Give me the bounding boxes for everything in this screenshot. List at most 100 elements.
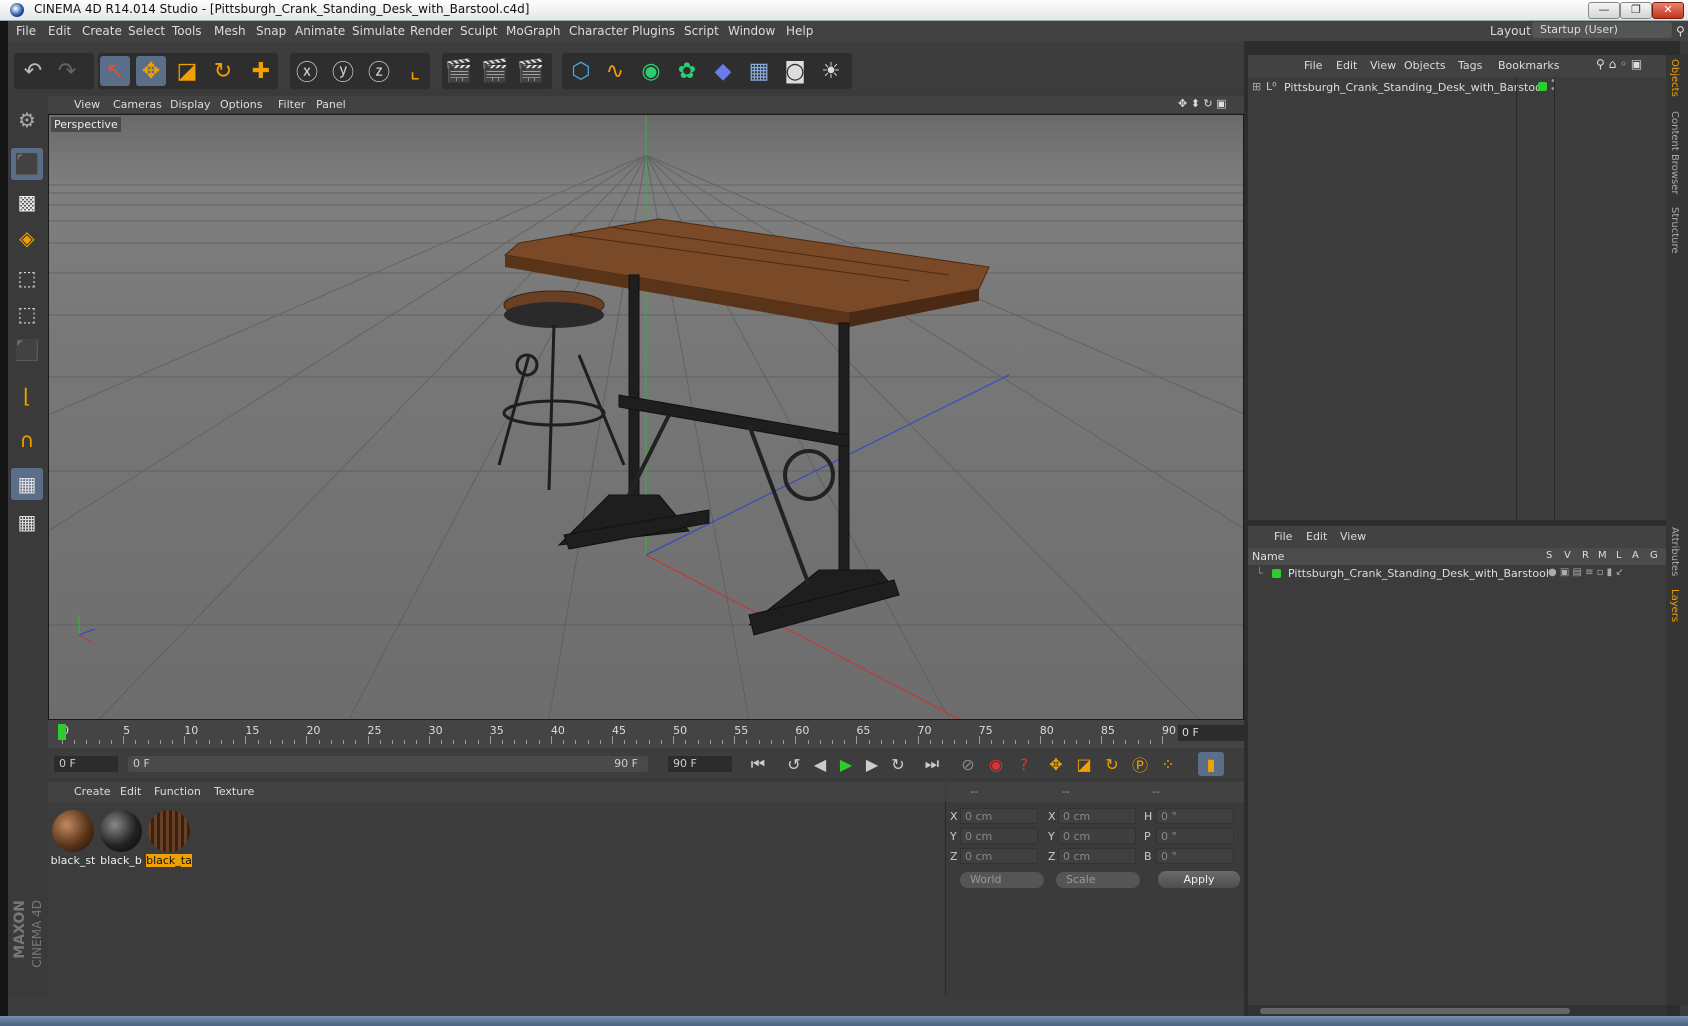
menu-file[interactable]: File [16,24,36,38]
axis-mode-icon[interactable]: ⌊ [11,380,43,412]
key-rotation-icon[interactable]: ↻ [1099,752,1125,776]
menu-script[interactable]: Script [684,24,719,38]
layer-menu-file[interactable]: File [1274,530,1292,543]
play-icon[interactable]: ▶ [833,752,859,776]
cube-icon[interactable]: ⬡ [566,56,596,86]
record-keys-icon[interactable]: ⊘ [955,752,981,776]
material-swatch-selected[interactable]: black_ta [146,808,192,867]
mat-menu-edit[interactable]: Edit [120,785,141,798]
viewport-nav-icons[interactable]: ✥ ⬍ ↻ ▣ [1178,97,1227,110]
col-manager[interactable]: M [1598,550,1607,561]
undo-icon[interactable]: ↶ [18,56,48,86]
mat-menu-create[interactable]: Create [74,785,111,798]
next-key-icon[interactable]: ↻ [885,752,911,776]
obj-menu-edit[interactable]: Edit [1336,59,1357,72]
obj-menu-file[interactable]: File [1304,59,1322,72]
redo-icon[interactable]: ↷ [52,56,82,86]
pos-y-field[interactable]: 0 cm [960,828,1038,844]
array-icon[interactable]: ✿ [672,56,702,86]
autokey-icon[interactable]: ◉ [983,752,1009,776]
tab-content-browser[interactable]: Content Browser [1669,111,1680,194]
menu-character[interactable]: Character [569,24,628,38]
polygons-mode-icon[interactable]: ⬛ [11,334,43,366]
timeline-ruler[interactable]: 051015202530354045505560657075808590 0 F [48,720,1244,748]
obj-search-home-icons[interactable]: ⚲ ⌂ ◦ ▣ [1596,57,1642,71]
menu-window[interactable]: Window [728,24,775,38]
scale-icon[interactable]: ◪ [172,56,202,86]
minimize-button[interactable]: — [1588,2,1620,19]
start-frame-field[interactable]: 0 F [54,756,118,772]
layer-color-icon[interactable] [1538,82,1547,91]
menu-plugins[interactable]: Plugins [632,24,675,38]
world-dropdown[interactable]: World [960,872,1044,888]
rot-p-field[interactable]: 0 ° [1156,828,1234,844]
obj-menu-view[interactable]: View [1370,59,1396,72]
layer-toggle-icons[interactable]: ● ▣ ▤ ≡ ▫ ▮ ↙ [1548,567,1624,578]
apply-button[interactable]: Apply [1158,871,1240,888]
key-scale-icon[interactable]: ◪ [1071,752,1097,776]
size-x-field[interactable]: 0 cm [1058,808,1136,824]
tab-layers[interactable]: Layers [1669,589,1680,622]
tab-attributes[interactable]: Attributes [1669,527,1680,576]
key-parameter-icon[interactable]: Ⓟ [1127,752,1153,776]
viewport-menu-display[interactable]: Display [170,98,211,111]
expand-icon[interactable]: ⊞ [1252,80,1261,93]
layout-dropdown[interactable]: Startup (User) [1532,22,1672,38]
menu-create[interactable]: Create [82,24,122,38]
material-swatch[interactable]: black_st [50,808,96,867]
y-axis-icon[interactable]: ⓨ [328,56,358,86]
pos-x-field[interactable]: 0 cm [960,808,1038,824]
light-icon[interactable]: ☀ [816,56,846,86]
current-frame-field[interactable]: 0 F [1178,725,1244,741]
render-picture-viewer-icon[interactable]: 🎬 [480,56,510,86]
obj-menu-tags[interactable]: Tags [1458,59,1482,72]
pos-z-field[interactable]: 0 cm [960,848,1038,864]
mat-menu-texture[interactable]: Texture [214,785,254,798]
render-settings-icon[interactable]: 🎬 [516,56,546,86]
move-icon[interactable]: ✥ [136,56,166,86]
key-pla-icon[interactable]: ⁘ [1155,752,1181,776]
menu-help[interactable]: Help [786,24,813,38]
menu-simulate[interactable]: Simulate [352,24,405,38]
close-button[interactable]: ✕ [1652,2,1684,19]
obj-menu-bookmarks[interactable]: Bookmarks [1498,59,1559,72]
col-visible[interactable]: V [1564,550,1571,561]
viewport-menu-filter[interactable]: Filter [278,98,305,111]
workplane-mode-icon[interactable]: ◈ [11,222,43,254]
next-frame-icon[interactable]: ▶ [859,752,885,776]
menu-edit[interactable]: Edit [48,24,71,38]
menu-tools[interactable]: Tools [172,24,202,38]
menu-mograph[interactable]: MoGraph [506,24,561,38]
mat-menu-function[interactable]: Function [154,785,201,798]
col-animation[interactable]: A [1632,550,1639,561]
recent-tool-icon[interactable]: ✚ [246,56,276,86]
camera-icon[interactable]: ◙ [780,56,810,86]
restore-button[interactable]: ❐ [1620,2,1652,19]
planar-workplane-icon[interactable]: ▦ [11,506,43,538]
material-swatch[interactable]: black_b [98,808,144,867]
rotate-icon[interactable]: ↻ [208,56,238,86]
x-axis-icon[interactable]: ⓧ [292,56,322,86]
menu-mesh[interactable]: Mesh [214,24,246,38]
viewport-menu-view[interactable]: View [74,98,100,111]
snap-magnet-icon[interactable]: ∩ [11,424,43,456]
nurbs-icon[interactable]: ◉ [636,56,666,86]
menu-snap[interactable]: Snap [256,24,286,38]
rot-b-field[interactable]: 0 ° [1156,848,1234,864]
end-frame-field[interactable]: 90 F [668,756,732,772]
col-generators[interactable]: G [1650,550,1658,561]
timeline-playhead[interactable] [58,724,66,740]
camera-label[interactable]: Perspective [51,117,121,132]
viewport-menu-panel[interactable]: Panel [316,98,346,111]
viewport-3d[interactable]: Perspective [48,114,1244,720]
goto-end-icon[interactable]: ⏭ [919,752,945,776]
spline-icon[interactable]: ∿ [600,56,630,86]
coordinate-system-icon[interactable]: ⌞ [400,56,430,86]
col-solo[interactable]: S [1546,550,1552,561]
menu-animate[interactable]: Animate [295,24,345,38]
viewport-menu-options[interactable]: Options [220,98,262,111]
layer-menu-view[interactable]: View [1340,530,1366,543]
menu-select[interactable]: Select [128,24,165,38]
search-icon[interactable]: ⚲ [1676,24,1685,38]
object-name[interactable]: Pittsburgh_Crank_Standing_Desk_with_Bars… [1284,81,1545,94]
